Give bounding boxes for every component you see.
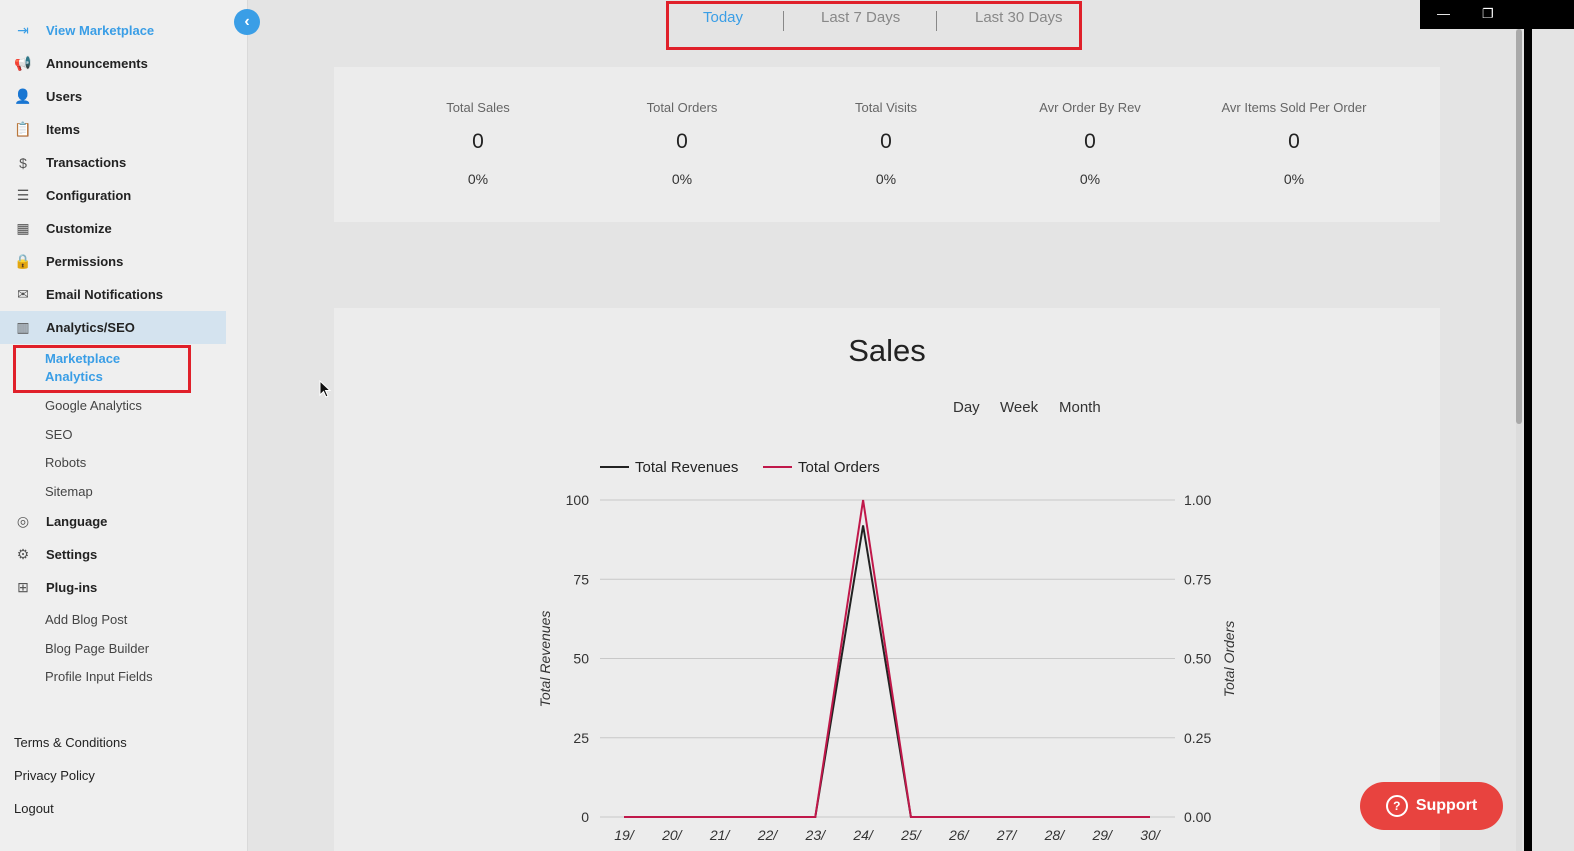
clipboard-icon: 📋 [14, 121, 32, 137]
support-button[interactable]: ? Support [1360, 782, 1503, 830]
nav-email-notifications[interactable]: ✉ Email Notifications [0, 278, 226, 311]
bar-chart-icon: ▥ [16, 319, 30, 335]
nav-label: Items [46, 122, 80, 137]
stat-total-orders: Total Orders 0 0% [580, 100, 784, 187]
highlight-box-tabs [666, 1, 1082, 50]
sliders-icon: ☰ [16, 187, 30, 203]
nav-label: Transactions [46, 155, 127, 170]
nav-language[interactable]: ◎ Language [0, 505, 226, 538]
range-day-button[interactable]: Day [953, 399, 980, 416]
sidebar-sub-add-blog-post[interactable]: Add Blog Post [45, 612, 127, 627]
stats-panel: Total Sales 0 0% Total Orders 0 0% Total… [334, 67, 1440, 222]
nav-plugins[interactable]: ⊞ Plug-ins [0, 571, 226, 604]
sidebar-sub-robots[interactable]: Robots [45, 455, 86, 470]
dollar-icon: $ [19, 154, 27, 171]
support-label: Support [1415, 797, 1478, 814]
footer-logout-link[interactable]: Logout [14, 801, 54, 816]
stat-percent: 0% [671, 171, 693, 187]
nav-label: Email Notifications [46, 287, 164, 302]
sidebar: ⇥ View Marketplace 📢 Announcements 👤 Users 📋 It… [0, 0, 248, 851]
footer-terms-link[interactable]: Terms & Conditions [14, 735, 127, 750]
stat-avr-items-sold: Avr Items Sold Per Order 0 0% [1192, 100, 1396, 187]
chevron-left-icon: ‹ [244, 13, 250, 30]
translate-icon: ◎ [16, 513, 30, 529]
stat-title: Avr Order By Rev [1039, 100, 1141, 115]
footer-privacy-link[interactable]: Privacy Policy [14, 768, 95, 783]
gear-icon: ⚙ [16, 546, 30, 562]
nav-label: Announcements [46, 56, 148, 71]
nav-label: Plug-ins [46, 580, 98, 595]
help-icon: ? [1385, 795, 1408, 817]
stat-total-sales: Total Sales 0 0% [376, 100, 580, 187]
sales-panel: Sales Day Week Month [334, 308, 1440, 851]
nav-label: Language [46, 514, 108, 529]
highlight-box-marketplace-analytics [13, 345, 191, 393]
lock-icon: 🔒 [14, 253, 32, 269]
user-icon: 👤 [14, 88, 32, 104]
nav-announcements[interactable]: 📢 Announcements [0, 47, 226, 80]
nav-view-marketplace[interactable]: ⇥ View Marketplace [0, 14, 226, 47]
stat-value: 0 [880, 130, 892, 153]
nav-label: Customize [46, 221, 112, 236]
plugin-icon: ⊞ [17, 579, 29, 595]
nav-label: Configuration [46, 188, 132, 203]
stat-value: 0 [472, 130, 484, 153]
grid-icon: ▦ [16, 220, 30, 236]
stat-percent: 0% [875, 171, 897, 187]
range-week-button[interactable]: Week [1000, 399, 1038, 416]
nav-customize[interactable]: ▦ Customize [0, 212, 226, 245]
stat-value: 0 [1288, 130, 1300, 153]
stat-percent: 0% [1079, 171, 1101, 187]
stat-title: Total Orders [646, 100, 718, 115]
minimize-icon[interactable]: — [1437, 6, 1450, 21]
nav-transactions[interactable]: $ Transactions [0, 146, 226, 179]
window-edge [1524, 0, 1532, 851]
stat-title: Total Visits [855, 100, 917, 115]
sidebar-sub-google-analytics[interactable]: Google Analytics [45, 398, 142, 413]
nav-configuration[interactable]: ☰ Configuration [0, 179, 226, 212]
collapse-sidebar-button[interactable]: ‹ [234, 9, 260, 35]
stat-title: Avr Items Sold Per Order [1221, 100, 1367, 115]
nav-analytics-seo[interactable]: ▥ Analytics/SEO [0, 311, 226, 344]
stat-value: 0 [676, 130, 688, 153]
cursor-icon [319, 380, 332, 398]
sidebar-sub-sitemap[interactable]: Sitemap [45, 484, 93, 499]
stat-total-visits: Total Visits 0 0% [784, 100, 988, 187]
scrollbar-thumb[interactable] [1516, 29, 1522, 424]
stat-percent: 0% [467, 171, 489, 187]
nav-label: Settings [46, 547, 98, 562]
stat-percent: 0% [1283, 171, 1305, 187]
stat-value: 0 [1084, 130, 1096, 153]
nav-settings[interactable]: ⚙ Settings [0, 538, 226, 571]
sales-title: Sales [848, 333, 926, 368]
login-icon: ⇥ [17, 22, 29, 38]
nav-label: Permissions [46, 254, 124, 269]
sidebar-sub-profile-input-fields[interactable]: Profile Input Fields [45, 669, 153, 684]
window-controls: — ❐ [1420, 0, 1574, 29]
restore-icon[interactable]: ❐ [1482, 6, 1494, 22]
nav-label: Analytics/SEO [46, 320, 135, 335]
stat-avr-order-by-rev: Avr Order By Rev 0 0% [988, 100, 1192, 187]
envelope-icon: ✉ [17, 286, 29, 302]
nav-label: View Marketplace [46, 23, 155, 38]
nav-label: Users [46, 89, 83, 104]
nav-permissions[interactable]: 🔒 Permissions [0, 245, 226, 278]
sidebar-sub-blog-page-builder[interactable]: Blog Page Builder [45, 641, 149, 656]
range-month-button[interactable]: Month [1059, 399, 1101, 416]
sidebar-sub-seo[interactable]: SEO [45, 427, 72, 442]
nav-users[interactable]: 👤 Users [0, 80, 226, 113]
stat-title: Total Sales [446, 100, 510, 115]
nav-items[interactable]: 📋 Items [0, 113, 226, 146]
megaphone-icon: 📢 [14, 55, 32, 71]
